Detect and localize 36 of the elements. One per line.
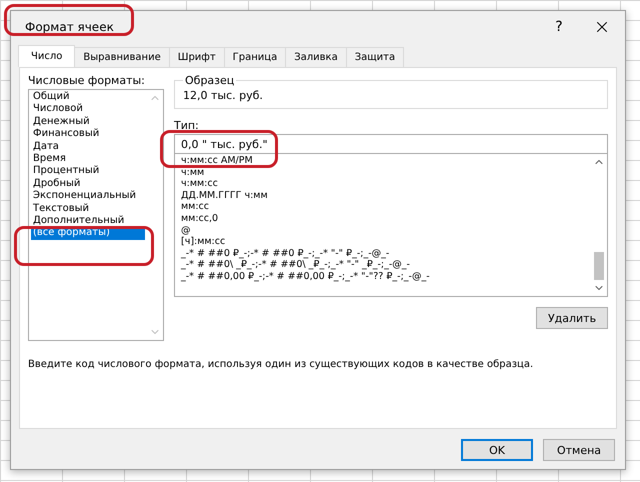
format-item[interactable]: [ч]:мм:сс	[177, 236, 589, 248]
scrollbar-thumb[interactable]	[594, 252, 604, 280]
category-item[interactable]: Экспоненциальный	[31, 190, 145, 203]
category-item[interactable]: Дополнительный	[31, 215, 145, 228]
format-item[interactable]: _-* # ##0\ _₽_-;-* # ##0\ _₽_-;_-* "-" _₽_-;_-@_-	[177, 259, 589, 271]
tab[interactable]: Защита	[346, 47, 404, 67]
category-item[interactable]: Общий	[31, 91, 145, 104]
category-list-label: Числовые форматы:	[28, 74, 146, 87]
format-item[interactable]: _-* # ##0,00 ₽_-;-* # ##0,00 ₽_-;_-* "-"?? ₽_-;_-@_-	[177, 270, 589, 283]
sample-label: Образец	[184, 74, 236, 87]
window-title: Формат ячеек	[25, 20, 115, 34]
category-item[interactable]: Финансовый	[31, 128, 145, 141]
format-item[interactable]: _-* # ##0 ₽_-;-* # ##0 ₽_-;_-* "-" ₽_-;_-@_-	[177, 248, 589, 260]
category-item[interactable]: Дата	[31, 140, 145, 154]
category-item[interactable]: Текстовый	[31, 202, 145, 216]
format-item[interactable]: мм:сс	[177, 201, 589, 213]
category-item[interactable]: Дробный	[31, 178, 145, 190]
category-item[interactable]: Процентный	[31, 165, 145, 178]
help-button[interactable]: ?	[539, 12, 579, 42]
format-item[interactable]: ч:мм:сс AM/PM	[177, 155, 589, 167]
type-input-field[interactable]: 0,0 " тыс. руб."	[174, 134, 608, 154]
type-label: Тип:	[174, 119, 200, 132]
cancel-button[interactable]: Отмена	[543, 439, 615, 461]
format-item[interactable]: @	[177, 224, 589, 236]
format-item[interactable]: ч:мм:сс	[177, 178, 589, 190]
sample-value: 12,0 тыс. руб.	[183, 89, 263, 102]
category-item[interactable]: Время	[31, 153, 145, 166]
description-text: Введите код числового формата, используя один из существующих кодов в качестве образца.	[28, 359, 534, 370]
format-item[interactable]: мм:сс,0	[177, 212, 589, 225]
delete-button[interactable]: Удалить	[536, 307, 608, 329]
tab[interactable]: Число	[18, 45, 76, 67]
format-item[interactable]: ДД.ММ.ГГГГ ч:мм	[177, 190, 589, 202]
format-item[interactable]: ч:мм	[177, 166, 589, 178]
ok-button[interactable]: OK	[461, 439, 533, 461]
category-item[interactable]: Числовой	[31, 103, 145, 116]
category-item[interactable]: Денежный	[31, 116, 145, 128]
